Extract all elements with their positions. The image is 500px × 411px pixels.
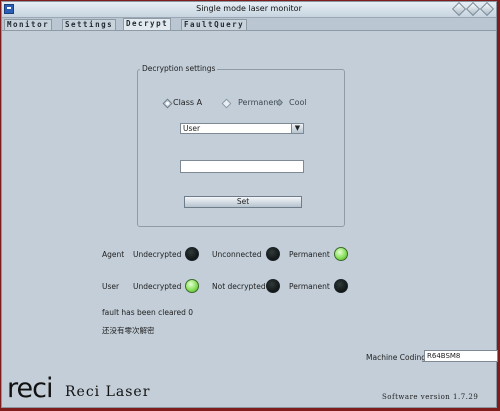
agent-undecrypted-label: Undecrypted [133,250,182,259]
agent-unconnected-indicator [266,247,280,261]
user-permanent-label: Permanent [289,282,330,291]
chevron-down-icon[interactable]: ▼ [291,124,303,133]
decrypt-note-text: 还没有零次解密 [102,326,155,335]
agent-permanent-indicator [334,247,348,261]
window-title: Single mode laser monitor [196,4,302,13]
user-permanent-indicator [334,279,348,293]
user-undecrypted-indicator [185,279,199,293]
tab-bar: Monitor Settings Decrypt FaultQuery [2,18,496,31]
agent-unconnected-label: Unconnected [212,250,262,259]
fault-cleared-text: fault has been cleared 0 [102,308,194,317]
main-window: Single mode laser monitor Monitor Settin… [1,1,498,408]
agent-label: Agent [102,250,125,259]
group-title: Decryption settings [140,64,218,73]
role-select-value: User [183,124,201,133]
software-version: Software version 1.7.29 [382,393,479,401]
user-not-decrypted-label: Not decrypted [212,282,266,291]
tab-decrypt[interactable]: Decrypt [123,18,172,30]
tab-settings[interactable]: Settings [62,19,117,30]
user-undecrypted-label: Undecrypted [133,282,182,291]
tab-monitor[interactable]: Monitor [4,19,53,30]
decrypt-code-input[interactable] [180,160,304,173]
user-not-decrypted-indicator [266,279,280,293]
cool-label: Cool [289,98,307,107]
tab-fault-query[interactable]: FaultQuery [181,19,248,30]
brand-name: Reci Laser [65,384,151,400]
set-button[interactable]: Set [184,196,302,208]
machine-coding-field: R64BSM8 [424,350,498,362]
reci-logo: reci [7,373,53,404]
agent-undecrypted-indicator [185,247,199,261]
class-a-label: Class A [173,98,203,107]
user-label: User [102,282,120,291]
machine-coding-label: Machine Coding [366,353,426,362]
role-select[interactable]: User ▼ [180,123,304,134]
agent-permanent-label: Permanent [289,250,330,259]
title-bar[interactable]: Single mode laser monitor [2,1,496,18]
